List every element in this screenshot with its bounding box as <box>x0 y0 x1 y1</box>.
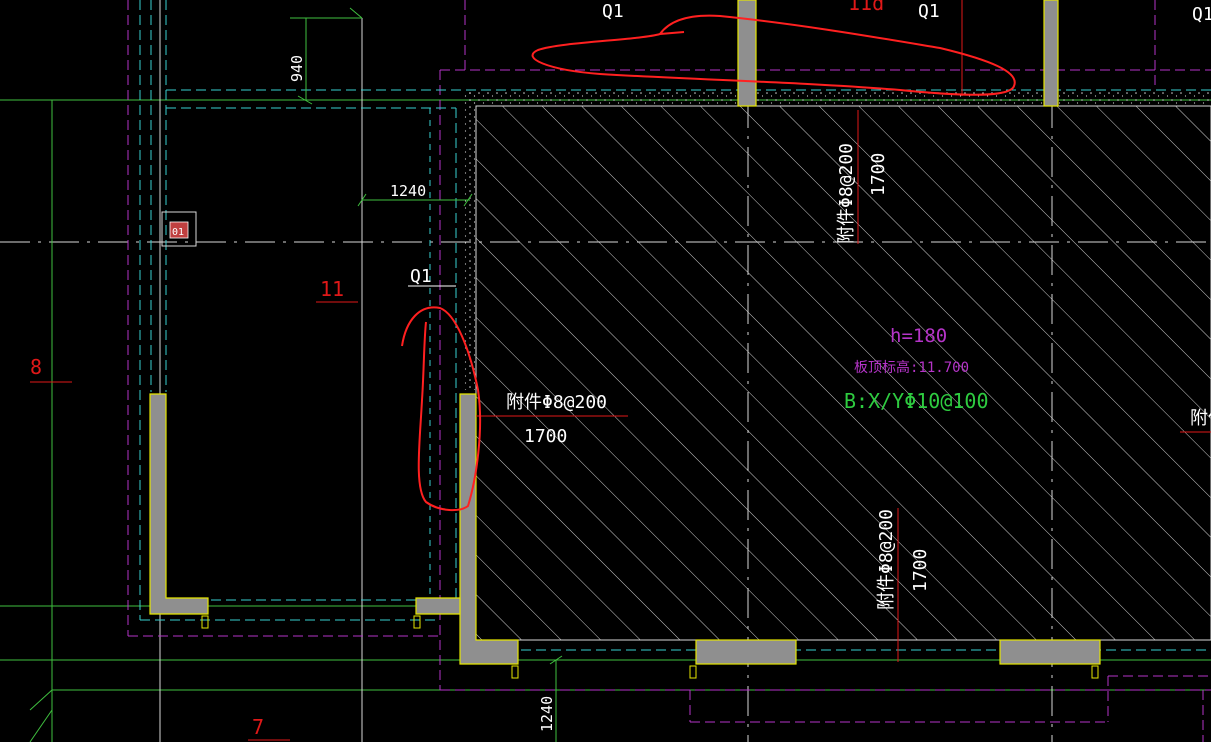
rebar-length-top: 1700 <box>868 153 889 196</box>
rebar-length-left: 1700 <box>524 426 567 447</box>
slab-reinforcement: B:X/YΦ10@100 <box>844 389 989 413</box>
dimension-1240-bottom: 1240 <box>538 696 556 732</box>
dimension-1240: 1240 <box>390 182 426 200</box>
cad-drawing-canvas[interactable]: 940 1240 1240 Q1 Q1 Q1 11d Q1 11 8 7 01 … <box>0 0 1211 742</box>
marker-tag[interactable]: 01 <box>161 211 197 247</box>
wall-label-red-top: 11d <box>848 0 884 15</box>
axis-label-11: 11 <box>320 277 344 301</box>
wall-label-q1-top-c: Q1 <box>1192 4 1211 25</box>
rebar-label-right-partial: 附件 <box>1190 408 1211 429</box>
wall-label-q1-top-a: Q1 <box>602 1 624 22</box>
slab-elevation: 板顶标高:11.700 <box>854 359 969 376</box>
wall-label-q1-left: Q1 <box>410 266 432 287</box>
marker-tag-text: 01 <box>172 227 184 238</box>
axis-label-8: 8 <box>30 355 42 379</box>
markup-circle-top <box>531 14 1016 96</box>
axis-label-7: 7 <box>252 715 264 739</box>
dimension-940: 940 <box>288 55 306 82</box>
rebar-label-top: 附件Φ8@200 <box>836 143 857 244</box>
slab-thickness: h=180 <box>890 325 947 347</box>
rebar-label-left: 附件Φ8@200 <box>506 392 607 413</box>
wall-label-q1-top-b: Q1 <box>918 1 940 22</box>
rebar-label-bottom: 附件Φ8@200 <box>876 509 897 610</box>
rebar-length-bottom: 1700 <box>910 549 931 592</box>
